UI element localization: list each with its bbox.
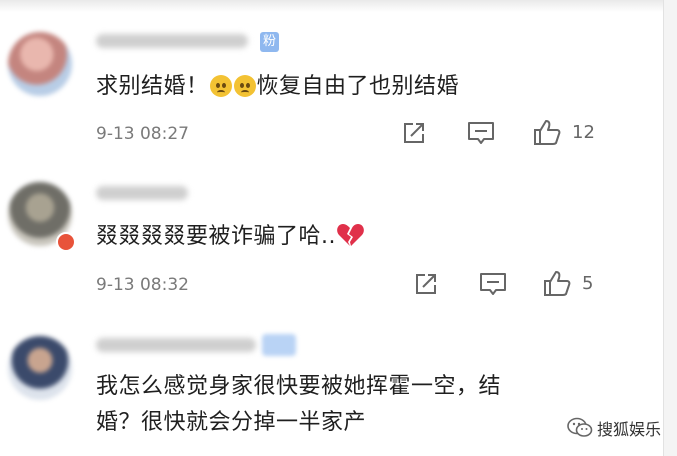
- comment-button[interactable]: [466, 119, 496, 151]
- comment-text-part: 恢复自由了也别结婚: [256, 74, 460, 99]
- comment-text: 叕叕叕叕要被诈骗了哈..: [96, 222, 364, 252]
- comment-time: 9-13 08:27: [96, 124, 189, 144]
- like-button[interactable]: [532, 117, 562, 151]
- share-button[interactable]: [400, 119, 428, 151]
- comment-text-line: 我怎么感觉身家很快要被她挥霍一空，结: [96, 374, 502, 399]
- comment-icon: [468, 122, 494, 144]
- comment-icon: [480, 273, 506, 295]
- comment-item: 叕叕叕叕要被诈骗了哈.. 9-13 08:32 5: [0, 160, 663, 310]
- comment-item: 我怎么感觉身家很快要被她挥霍一空，结 婚？很快就会分掉一半家产: [0, 310, 663, 456]
- avatar[interactable]: [8, 32, 72, 96]
- share-icon: [404, 123, 424, 143]
- comment-item: 粉 求别结婚！ 恢复自由了也别结婚 9-13 08:27 12: [0, 0, 663, 160]
- worried-face-emoji: [233, 75, 256, 97]
- username[interactable]: [96, 186, 188, 200]
- comment-text: 求别结婚！ 恢复自由了也别结婚: [96, 72, 459, 102]
- thumbs-up-icon: [544, 271, 571, 296]
- like-count: 12: [572, 122, 595, 143]
- thumbs-up-icon: [534, 120, 561, 145]
- username[interactable]: [96, 34, 248, 48]
- like-count: 5: [582, 273, 594, 294]
- watermark-text: 搜狐娱乐: [597, 420, 662, 439]
- worried-face-emoji: [209, 75, 232, 97]
- comment-text-part: 叕叕叕叕要被诈骗了哈..: [96, 224, 336, 249]
- username[interactable]: [96, 338, 256, 352]
- comment-button[interactable]: [478, 270, 508, 302]
- watermark: 搜狐娱乐: [567, 416, 661, 440]
- avatar[interactable]: [8, 336, 72, 400]
- like-button[interactable]: [542, 268, 572, 302]
- avatar-badge: [56, 232, 76, 252]
- fan-badge: [262, 334, 296, 356]
- share-button[interactable]: [412, 270, 440, 302]
- broken-heart-emoji: [337, 224, 364, 246]
- scrollbar-track[interactable]: [663, 0, 677, 456]
- share-icon: [416, 274, 436, 294]
- comment-text-line: 婚？很快就会分掉一半家产: [96, 410, 367, 435]
- wechat-logo-icon: [567, 417, 593, 437]
- fan-badge: 粉: [260, 32, 280, 52]
- comment-text-part: 求别结婚！: [96, 74, 209, 99]
- comment-time: 9-13 08:32: [96, 275, 189, 295]
